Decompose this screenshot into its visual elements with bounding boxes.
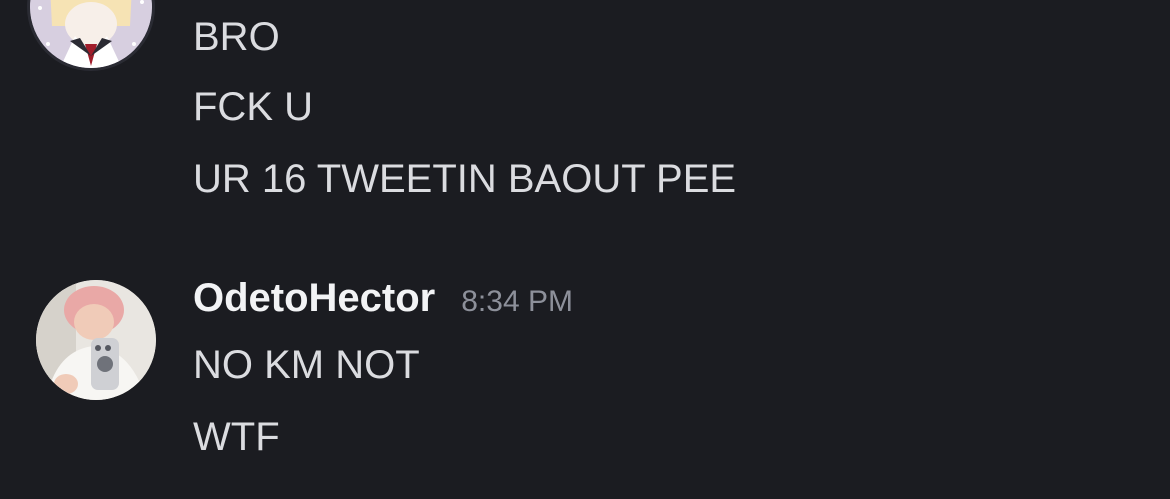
avatar[interactable] bbox=[36, 280, 156, 400]
message-text[interactable]: BRO bbox=[193, 14, 280, 60]
message-text[interactable]: FCK U bbox=[193, 84, 313, 130]
message-text[interactable]: UR 16 TWEETIN BAOUT PEE bbox=[193, 156, 736, 202]
message-timestamp: 8:34 PM bbox=[461, 285, 573, 318]
chat-message-list: BRO FCK U UR 16 TWEETIN BAOUT PEE OdetoH… bbox=[0, 0, 1170, 499]
anime-avatar-image bbox=[30, 0, 152, 68]
message-header: OdetoHector 8:34 PM bbox=[193, 276, 573, 326]
user-avatar-image bbox=[36, 280, 156, 400]
message-text[interactable]: NO KM NOT bbox=[193, 342, 420, 388]
username[interactable]: OdetoHector bbox=[193, 276, 435, 321]
message-text[interactable]: WTF bbox=[193, 414, 280, 460]
avatar[interactable] bbox=[30, 0, 152, 68]
